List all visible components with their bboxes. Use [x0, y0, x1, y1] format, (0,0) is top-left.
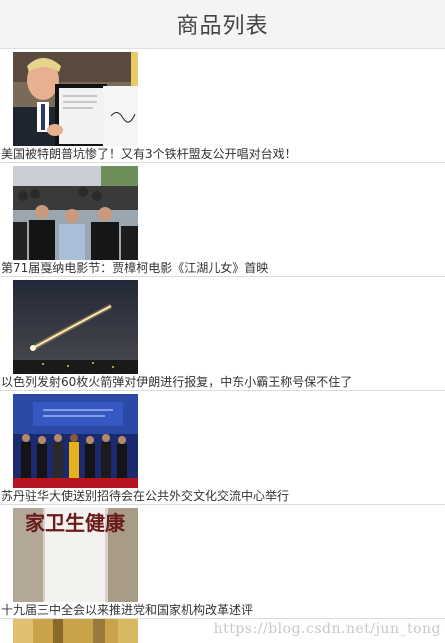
news-title[interactable]: 以色列发射60枚火箭弹对伊朗进行报复，中东小霸王称号保不住了: [1, 375, 352, 389]
list-item[interactable]: 家卫生健康 十九届三中全会以来推进党和国家机构改革述评: [0, 505, 445, 619]
news-thumbnail[interactable]: [13, 280, 138, 374]
news-thumbnail[interactable]: 家卫生健康: [13, 508, 138, 602]
plaque-text: 家卫生健康: [25, 511, 126, 535]
news-title[interactable]: 美国被特朗普坑惨了！又有3个铁杆盟友公开唱对台戏！: [1, 147, 297, 161]
news-title[interactable]: 十九届三中全会以来推进党和国家机构改革述评: [1, 603, 253, 617]
news-title[interactable]: 苏丹驻华大使送别招待会在公共外交文化交流中心举行: [1, 489, 289, 503]
news-list[interactable]: 美国被特朗普坑惨了！又有3个铁杆盟友公开唱对台戏！ 第71届戛纳电影节：贾樟柯电…: [0, 49, 445, 619]
list-item[interactable]: 美国被特朗普坑惨了！又有3个铁杆盟友公开唱对台戏！: [0, 49, 445, 163]
page-title: 商品列表: [176, 14, 269, 39]
news-thumbnail[interactable]: [13, 619, 138, 643]
app-header: 商品列表: [0, 0, 445, 49]
news-thumbnail[interactable]: [13, 166, 138, 260]
list-item[interactable]: 苏丹驻华大使送别招待会在公共外交文化交流中心举行: [0, 391, 445, 505]
list-item[interactable]: 第71届戛纳电影节：贾樟柯电影《江湖儿女》首映: [0, 163, 445, 277]
watermark: https://blog.csdn.net/jun_tong: [213, 621, 441, 637]
news-thumbnail[interactable]: [13, 52, 138, 146]
news-thumbnail[interactable]: [13, 394, 138, 488]
list-item[interactable]: 以色列发射60枚火箭弹对伊朗进行报复，中东小霸王称号保不住了: [0, 277, 445, 391]
news-title[interactable]: 第71届戛纳电影节：贾樟柯电影《江湖儿女》首映: [1, 261, 268, 275]
